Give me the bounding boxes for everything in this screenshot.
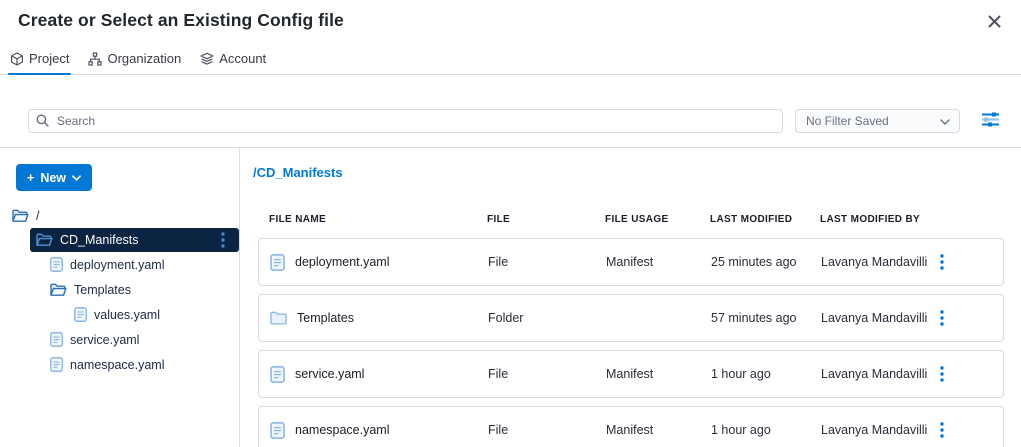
table-header-row: FILE NAME FILE FILE USAGE LAST MODIFIED … <box>258 214 1004 225</box>
close-icon[interactable] <box>982 11 1007 32</box>
tree-item-service-yaml[interactable]: service.yaml <box>0 327 239 352</box>
tree-item-label: values.yaml <box>94 308 160 322</box>
file-name-label: Templates <box>297 311 354 325</box>
last-modified-cell: 57 minutes ago <box>711 311 821 325</box>
open-folder-icon <box>12 209 29 223</box>
tab-organization[interactable]: Organization <box>86 47 183 74</box>
tree-item-label: / <box>36 209 39 223</box>
kebab-menu-icon[interactable] <box>218 230 228 250</box>
file-icon <box>270 366 285 383</box>
file-usage-cell: Manifest <box>606 367 711 381</box>
tree-item-values-yaml[interactable]: values.yaml <box>0 302 239 327</box>
last-modified-by-cell: Lavanya Mandavilli <box>821 311 936 325</box>
file-type-cell: File <box>488 255 606 269</box>
file-icon <box>50 257 63 272</box>
search-wrap <box>28 109 783 133</box>
col-header-file-name: FILE NAME <box>269 214 487 225</box>
tab-account[interactable]: Account <box>198 47 268 74</box>
tree-item-deployment-yaml[interactable]: deployment.yaml <box>0 252 239 277</box>
tree-item-label: deployment.yaml <box>70 258 165 272</box>
page-title: Create or Select an Existing Config file <box>18 10 344 31</box>
file-name-label: deployment.yaml <box>295 255 390 269</box>
file-icon <box>50 357 63 372</box>
file-name-label: namespace.yaml <box>295 423 390 437</box>
file-icon <box>50 332 63 347</box>
tree-item-label: service.yaml <box>70 333 139 347</box>
last-modified-cell: 1 hour ago <box>711 423 821 437</box>
modal-header: Create or Select an Existing Config file <box>0 0 1021 32</box>
file-tree: / CD_Manifests deployment.yaml Templates val… <box>0 203 239 377</box>
tab-project[interactable]: Project <box>8 47 71 74</box>
kebab-menu-icon[interactable] <box>936 364 960 384</box>
tab-label: Organization <box>107 51 181 66</box>
file-type-cell: File <box>488 423 606 437</box>
kebab-menu-icon[interactable] <box>936 308 960 328</box>
tab-label: Account <box>219 51 266 66</box>
content-split: +New /CD_Manifestsdeployment.yamlTemplat… <box>0 148 1021 447</box>
col-header-file: FILE <box>487 214 605 225</box>
toolbar: No Filter Saved <box>0 75 1021 148</box>
breadcrumb[interactable]: /CD_Manifests <box>253 165 1005 180</box>
kebab-menu-icon[interactable] <box>936 252 960 272</box>
file-usage-cell: Manifest <box>606 423 711 437</box>
plus-icon: + <box>27 171 34 185</box>
organization-hierarchy-icon <box>88 52 102 66</box>
account-layers-icon <box>200 52 214 66</box>
last-modified-by-cell: Lavanya Mandavilli <box>821 423 936 437</box>
config-file-modal: Create or Select an Existing Config file… <box>0 0 1021 447</box>
file-browser-panel: /CD_Manifests FILE NAME FILE FILE USAGE … <box>240 148 1021 447</box>
last-modified-by-cell: Lavanya Mandavilli <box>821 367 936 381</box>
file-icon <box>270 422 285 439</box>
last-modified-cell: 25 minutes ago <box>711 255 821 269</box>
scope-tabs: Project Organization Account <box>0 47 1021 75</box>
last-modified-cell: 1 hour ago <box>711 367 821 381</box>
search-input[interactable] <box>28 109 783 133</box>
open-folder-icon <box>36 233 53 247</box>
file-type-cell: Folder <box>488 311 606 325</box>
chevron-down-icon <box>940 114 950 128</box>
tree-item--[interactable]: / <box>0 203 239 228</box>
table-row[interactable]: namespace.yaml FileManifest1 hour agoLava… <box>258 406 1004 447</box>
file-tree-sidebar: +New / CD_Manifests deployment.yaml Templat… <box>0 148 240 447</box>
filter-sliders-icon[interactable] <box>979 109 1002 133</box>
col-header-last-modified: LAST MODIFIED <box>710 214 820 225</box>
file-name-cell: Templates <box>270 311 488 325</box>
tree-item-templates[interactable]: Templates <box>0 277 239 302</box>
tree-item-label: namespace.yaml <box>70 358 165 372</box>
file-name-label: service.yaml <box>295 367 364 381</box>
tree-item-label: CD_Manifests <box>60 233 139 247</box>
table-row[interactable]: service.yaml FileManifest1 hour agoLavany… <box>258 350 1004 398</box>
new-button[interactable]: +New <box>16 164 92 191</box>
col-header-file-usage: FILE USAGE <box>605 214 710 225</box>
project-cube-icon <box>10 52 24 66</box>
tree-item-namespace-yaml[interactable]: namespace.yaml <box>0 352 239 377</box>
folder-icon <box>270 311 287 325</box>
tab-label: Project <box>29 51 69 66</box>
chevron-down-icon <box>72 175 81 181</box>
tree-item-cd-manifests[interactable]: CD_Manifests <box>30 228 239 252</box>
file-icon <box>270 254 285 271</box>
open-folder-icon <box>50 283 67 297</box>
search-icon <box>36 114 49 132</box>
tree-item-label: Templates <box>74 283 131 297</box>
file-name-cell: service.yaml <box>270 366 488 383</box>
kebab-menu-icon[interactable] <box>936 420 960 440</box>
file-type-cell: File <box>488 367 606 381</box>
last-modified-by-cell: Lavanya Mandavilli <box>821 255 936 269</box>
table-row[interactable]: deployment.yaml FileManifest25 minutes ag… <box>258 238 1004 286</box>
file-name-cell: namespace.yaml <box>270 422 488 439</box>
file-name-cell: deployment.yaml <box>270 254 488 271</box>
file-icon <box>74 307 87 322</box>
saved-filter-value: No Filter Saved <box>806 114 889 128</box>
saved-filter-dropdown[interactable]: No Filter Saved <box>795 109 960 133</box>
table-row[interactable]: Templates Folder 57 minutes agoLavanya Man… <box>258 294 1004 342</box>
file-table-rows: deployment.yamlFileManifest25 minutes ag… <box>258 238 1005 447</box>
file-usage-cell: Manifest <box>606 255 711 269</box>
col-header-last-modified-by: LAST MODIFIED BY <box>820 214 935 225</box>
